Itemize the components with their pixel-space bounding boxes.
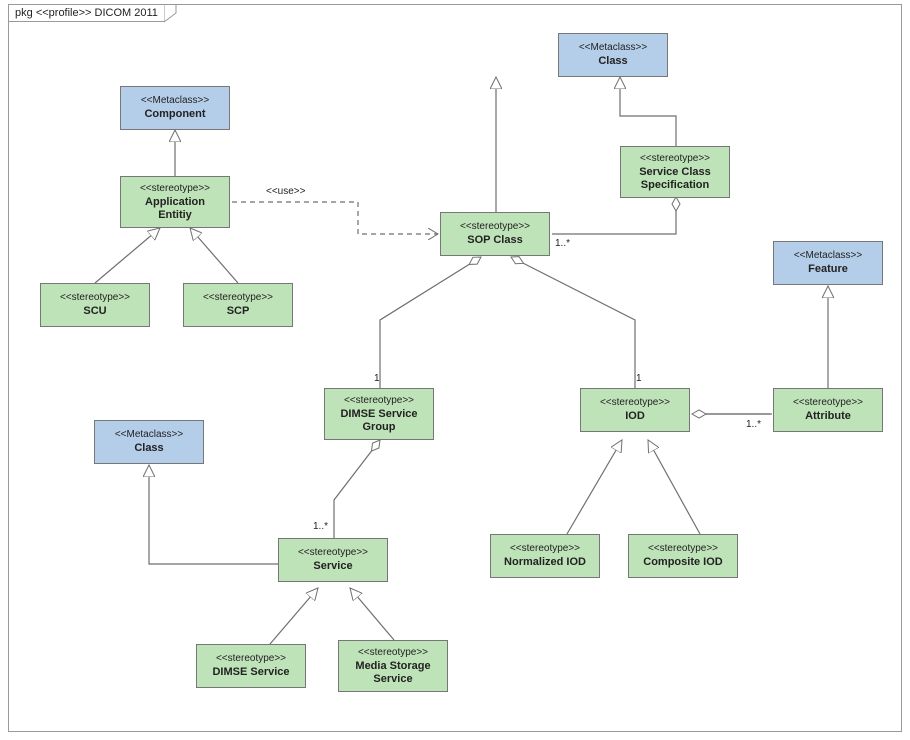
metaclass-name: Class (565, 55, 661, 68)
stereotype-tag: <<stereotype>> (780, 397, 876, 409)
stereotype-composite-iod: <<stereotype>> Composite IOD (628, 534, 738, 578)
metaclass-class-left: <<Metaclass>> Class (94, 420, 204, 464)
package-stereotype: <<profile>> (36, 7, 92, 19)
metaclass-tag: <<Metaclass>> (780, 250, 876, 262)
stereotype-tag: <<stereotype>> (497, 543, 593, 555)
metaclass-tag: <<Metaclass>> (101, 429, 197, 441)
stereotype-name: Service (285, 560, 381, 573)
stereotype-scu: <<stereotype>> SCU (40, 283, 150, 327)
stereotype-tag: <<stereotype>> (190, 292, 286, 304)
metaclass-name: Class (101, 442, 197, 455)
package-kind: pkg (15, 7, 33, 19)
stereotype-name: Media Storage Service (345, 660, 441, 686)
stereotype-iod: <<stereotype>> IOD (580, 388, 690, 432)
package-name: DICOM 2011 (95, 7, 158, 19)
metaclass-feature: <<Metaclass>> Feature (773, 241, 883, 285)
stereotype-name: Normalized IOD (497, 556, 593, 569)
metaclass-name: Feature (780, 263, 876, 276)
stereotype-tag: <<stereotype>> (47, 292, 143, 304)
metaclass-tag: <<Metaclass>> (565, 42, 661, 54)
stereotype-name: DIMSE Service Group (331, 408, 427, 434)
stereotype-name: IOD (587, 410, 683, 423)
stereotype-name: Application Entitiy (127, 196, 223, 222)
stereotype-tag: <<stereotype>> (285, 547, 381, 559)
stereotype-name: SOP Class (447, 234, 543, 247)
metaclass-name: Component (127, 108, 223, 121)
stereotype-tag: <<stereotype>> (331, 395, 427, 407)
stereotype-tag: <<stereotype>> (345, 647, 441, 659)
metaclass-component: <<Metaclass>> Component (120, 86, 230, 130)
stereotype-scp: <<stereotype>> SCP (183, 283, 293, 327)
metaclass-class-top: <<Metaclass>> Class (558, 33, 668, 77)
stereotype-attribute: <<stereotype>> Attribute (773, 388, 883, 432)
package-title: pkg <<profile>> DICOM 2011 (8, 4, 164, 22)
stereotype-tag: <<stereotype>> (203, 653, 299, 665)
stereotype-application-entity: <<stereotype>> Application Entitiy (120, 176, 230, 228)
stereotype-dimse-service-group: <<stereotype>> DIMSE Service Group (324, 388, 434, 440)
metaclass-tag: <<Metaclass>> (127, 95, 223, 107)
stereotype-tag: <<stereotype>> (587, 397, 683, 409)
stereotype-name: Service Class Specification (627, 166, 723, 192)
stereotype-tag: <<stereotype>> (635, 543, 731, 555)
stereotype-name: Composite IOD (635, 556, 731, 569)
stereotype-name: SCP (190, 305, 286, 318)
stereotype-tag: <<stereotype>> (627, 153, 723, 165)
stereotype-service-class-specification: <<stereotype>> Service Class Specificati… (620, 146, 730, 198)
stereotype-normalized-iod: <<stereotype>> Normalized IOD (490, 534, 600, 578)
stereotype-service: <<stereotype>> Service (278, 538, 388, 582)
stereotype-name: Attribute (780, 410, 876, 423)
stereotype-tag: <<stereotype>> (447, 221, 543, 233)
stereotype-name: SCU (47, 305, 143, 318)
stereotype-dimse-service: <<stereotype>> DIMSE Service (196, 644, 306, 688)
stereotype-name: DIMSE Service (203, 666, 299, 679)
stereotype-media-storage-service: <<stereotype>> Media Storage Service (338, 640, 448, 692)
stereotype-tag: <<stereotype>> (127, 183, 223, 195)
stereotype-sop-class: <<stereotype>> SOP Class (440, 212, 550, 256)
